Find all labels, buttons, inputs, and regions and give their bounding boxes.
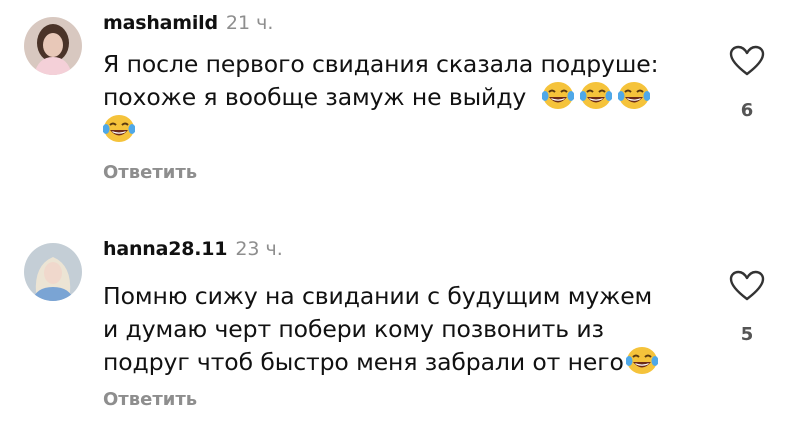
face-with-tears-of-joy-icon [618, 81, 651, 110]
face-with-tears-of-joy-icon [625, 346, 658, 375]
heart-icon[interactable] [729, 270, 765, 302]
timestamp: 21 ч. [225, 12, 274, 34]
heart-icon[interactable] [729, 45, 765, 77]
face-with-tears-of-joy-icon [580, 81, 613, 110]
username[interactable]: hanna28.11 [103, 238, 228, 260]
avatar[interactable] [24, 243, 82, 301]
avatar[interactable] [24, 17, 82, 75]
timestamp: 23 ч. [235, 238, 283, 260]
like-count: 5 [740, 324, 754, 345]
reply-button[interactable]: Ответить [103, 162, 197, 183]
like-count: 6 [740, 100, 754, 121]
comment-line: похоже я вообще замуж не выйду [103, 81, 713, 114]
comment-text: Помню сижу на свидании с будущим мужем и… [103, 280, 713, 379]
comment-line: и думаю черт побери кому позвонить из [103, 315, 604, 343]
comment-line: подруг чтоб быстро меня забрали от него [103, 346, 713, 379]
face-with-tears-of-joy-icon [103, 114, 135, 143]
comment-line: Помню сижу на свидании с будущим мужем [103, 282, 653, 310]
comment-header: mashamild 21 ч. [103, 12, 273, 34]
username[interactable]: mashamild [103, 12, 218, 34]
face-with-tears-of-joy-icon [542, 81, 575, 110]
comment-line-text: похоже я вообще замуж не выйду [103, 83, 527, 111]
comment-line-text: подруг чтоб быстро меня забрали от него [103, 348, 624, 376]
comment-line [103, 114, 713, 147]
comment-header: hanna28.11 23 ч. [103, 238, 283, 260]
reply-button[interactable]: Ответить [103, 389, 197, 410]
comment-line: Я после первого свидания сказала подруше… [103, 50, 659, 78]
comment-text: Я после первого свидания сказала подруше… [103, 48, 713, 147]
